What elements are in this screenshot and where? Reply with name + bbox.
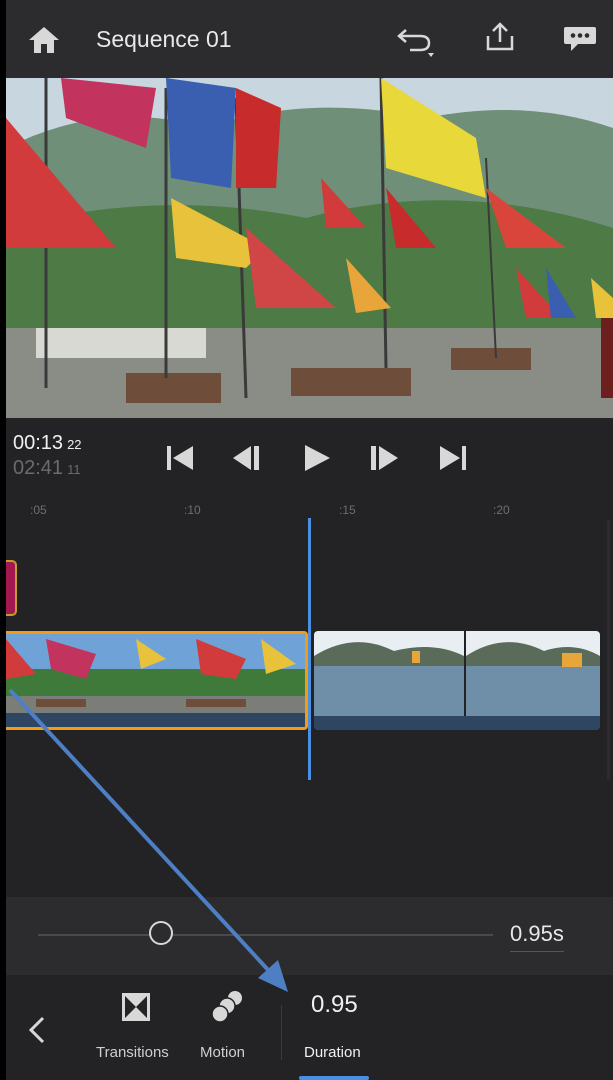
video-clip[interactable]	[314, 631, 600, 730]
transitions-icon[interactable]	[120, 991, 152, 1023]
duration-tab-value[interactable]: 0.95	[311, 991, 358, 1019]
timeline-scrollbar[interactable]	[607, 520, 610, 780]
preview-frame	[6, 78, 613, 418]
duration-slider-handle[interactable]	[149, 921, 173, 945]
motion-icon[interactable]	[209, 989, 245, 1023]
video-preview[interactable]	[6, 78, 613, 418]
ruler-tick: :20	[493, 503, 510, 517]
selected-video-clip[interactable]	[6, 631, 308, 730]
skip-to-start-icon[interactable]	[163, 440, 197, 476]
ruler-tick: :15	[339, 503, 356, 517]
clip-audio-bar	[314, 716, 600, 730]
duration-slider-panel: 0.95s	[6, 897, 613, 975]
playhead[interactable]	[308, 518, 311, 780]
undo-icon[interactable]	[396, 24, 436, 58]
left-edge	[0, 0, 6, 1080]
step-back-icon[interactable]	[231, 440, 265, 476]
ruler-tick: :05	[30, 503, 47, 517]
home-icon[interactable]	[27, 25, 61, 55]
current-frames: 22	[67, 437, 82, 452]
clip-audio-bar	[6, 713, 305, 727]
skip-to-end-icon[interactable]	[436, 440, 470, 476]
total-time: 02:41	[13, 457, 64, 479]
back-chevron-icon[interactable]	[26, 1015, 48, 1045]
sequence-title: Sequence 01	[96, 26, 232, 52]
clip-thumbnail	[6, 634, 305, 719]
current-time: 00:13	[13, 432, 64, 454]
total-frames: 11	[67, 462, 81, 477]
play-icon[interactable]	[300, 440, 334, 476]
duration-value-field[interactable]: 0.95s	[510, 921, 564, 952]
total-timecode: 02:41 11	[13, 457, 82, 480]
bottom-toolbar: Transitions Motion 0.95 Duration	[6, 975, 613, 1080]
top-bar: Sequence 01	[6, 0, 613, 78]
feedback-icon[interactable]	[562, 24, 598, 54]
timecode-display: 00:13 22 02:41 11	[13, 432, 82, 480]
duration-tab-label[interactable]: Duration	[304, 1044, 361, 1061]
transitions-label[interactable]: Transitions	[96, 1044, 169, 1061]
motion-label[interactable]: Motion	[200, 1044, 245, 1061]
toolbar-divider	[281, 1005, 282, 1060]
clip-thumbnail	[314, 631, 600, 716]
ruler-tick: :10	[184, 503, 201, 517]
active-tab-indicator	[299, 1076, 369, 1080]
step-forward-icon[interactable]	[367, 440, 401, 476]
share-icon[interactable]	[484, 22, 516, 52]
duration-slider-track[interactable]	[38, 934, 493, 936]
current-timecode: 00:13 22	[13, 432, 82, 455]
